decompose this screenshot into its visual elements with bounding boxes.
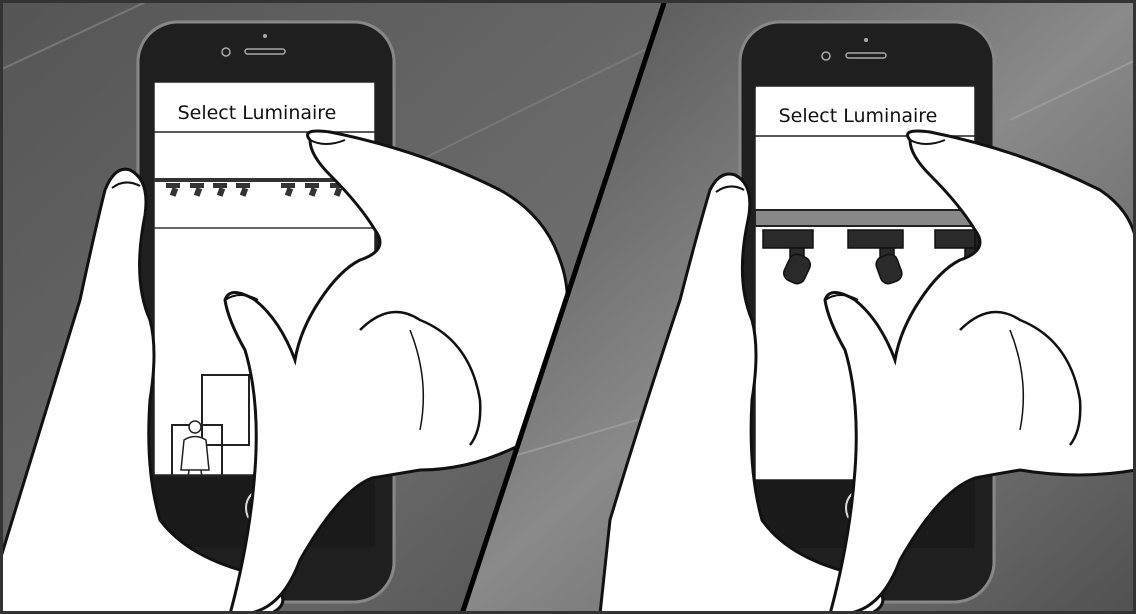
- screen-title: Select Luminaire: [178, 102, 337, 124]
- lighting-track: [754, 209, 976, 227]
- screen-title: Select Luminaire: [779, 105, 938, 127]
- storyboard-illustration: Select Luminaire Select Luminaire: [0, 0, 1136, 614]
- storyboard-canvas: Select Luminaire Select Luminaire: [0, 0, 1136, 614]
